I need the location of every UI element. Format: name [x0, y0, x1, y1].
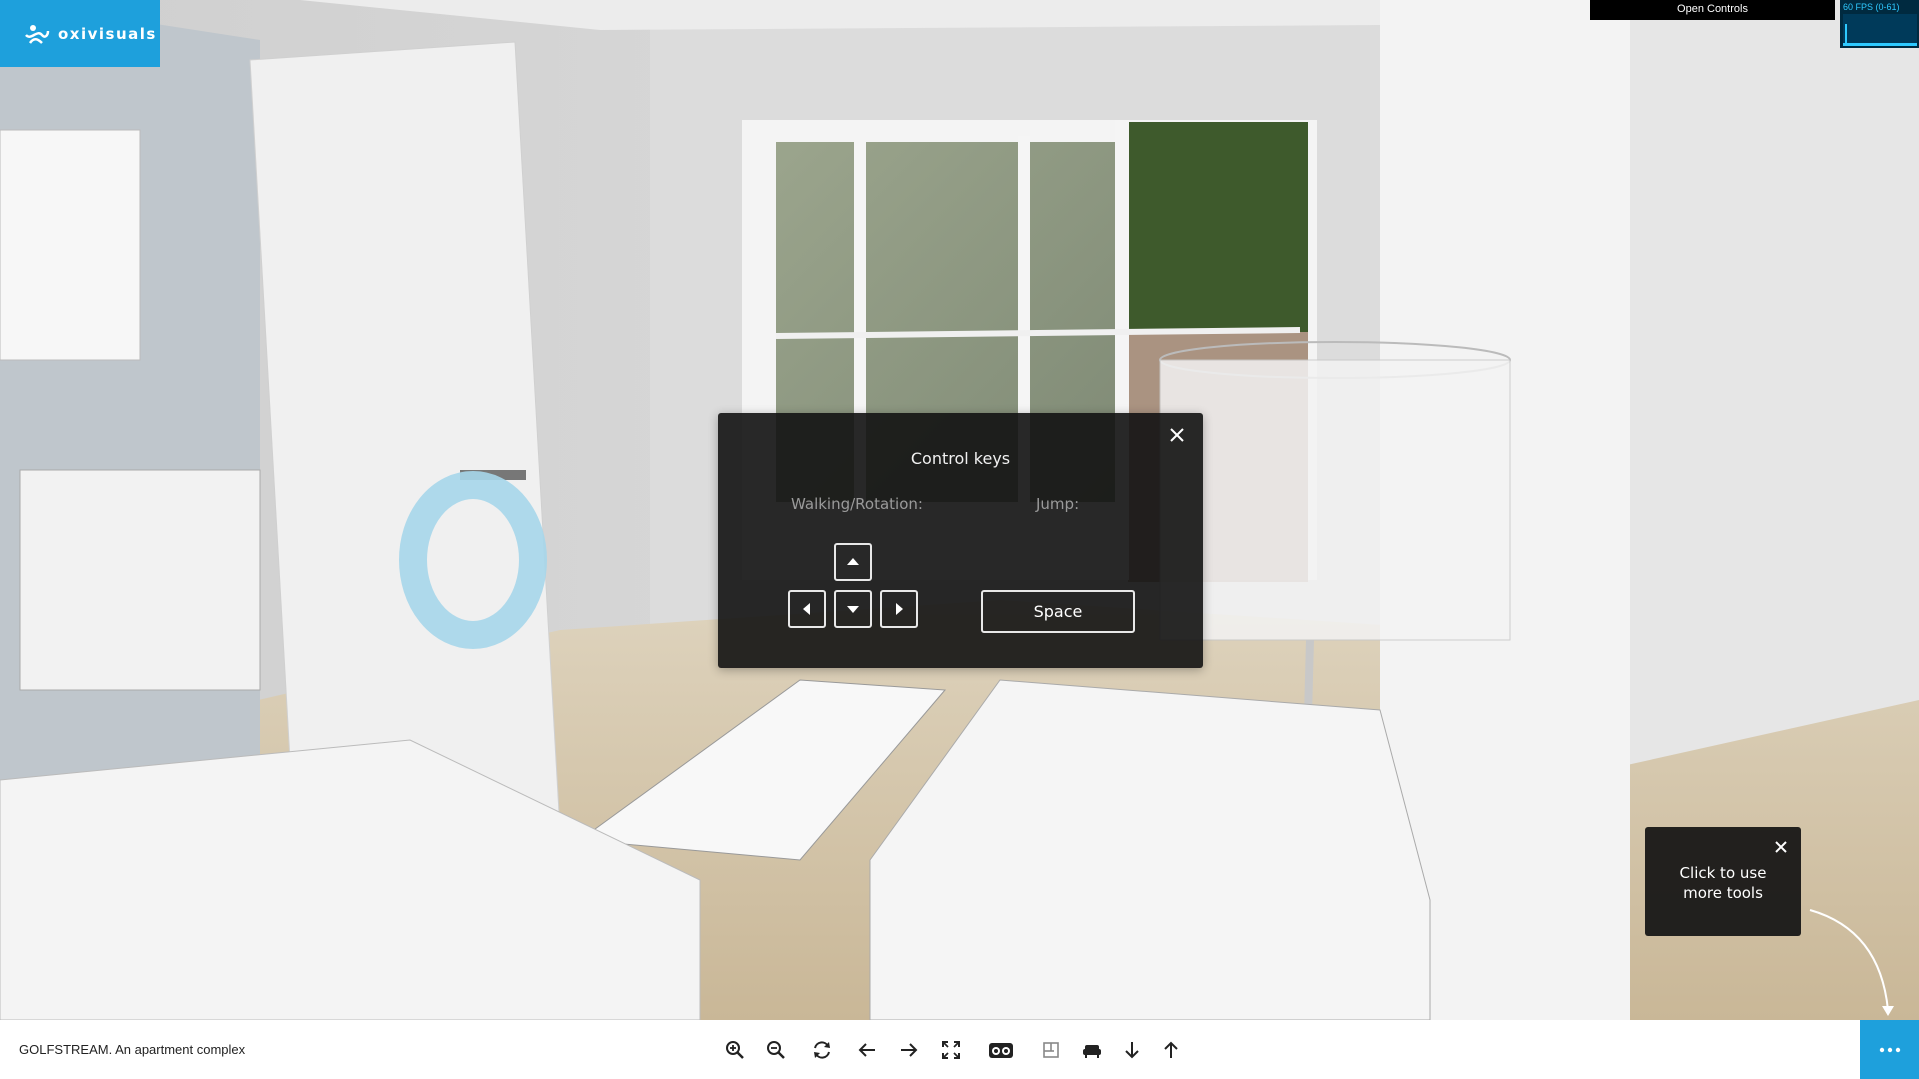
arrow-left-icon	[803, 603, 810, 615]
jump-label: Jump:	[1036, 495, 1080, 513]
arrow-left-icon	[858, 1043, 875, 1057]
zoom-in-button[interactable]	[721, 1036, 749, 1064]
more-tools-tooltip: Click to use more tools	[1645, 827, 1801, 936]
logo-text: oxivisuals	[58, 24, 157, 43]
arrow-right-icon	[896, 603, 903, 615]
move-up-button[interactable]	[1157, 1036, 1185, 1064]
bottom-toolbar: GOLFSTREAM. An apartment complex	[0, 1020, 1919, 1079]
zoom-out-button[interactable]	[762, 1036, 790, 1064]
close-icon	[1775, 841, 1787, 853]
logo-mark-icon	[25, 24, 50, 44]
arrow-up-icon	[847, 558, 859, 565]
move-down-button[interactable]	[1118, 1036, 1146, 1064]
walking-rotation-label: Walking/Rotation:	[791, 495, 923, 513]
control-keys-dialog: Control keys Walking/Rotation: Jump: Spa…	[718, 413, 1203, 668]
fullscreen-icon	[942, 1041, 960, 1059]
move-right-button[interactable]	[895, 1036, 923, 1064]
floorplan-icon	[1043, 1042, 1059, 1058]
tooltip-close-button[interactable]	[1773, 839, 1789, 855]
key-up[interactable]	[834, 543, 872, 581]
key-right[interactable]	[880, 590, 918, 628]
floorplan-button[interactable]	[1037, 1036, 1065, 1064]
tooltip-line-2: more tools	[1683, 884, 1763, 902]
key-down[interactable]	[834, 590, 872, 628]
vr-mode-button[interactable]	[986, 1036, 1016, 1064]
zoom-out-icon	[767, 1041, 785, 1059]
key-space[interactable]: Space	[981, 590, 1135, 633]
key-left[interactable]	[788, 590, 826, 628]
fullscreen-button[interactable]	[937, 1036, 965, 1064]
rotate-button[interactable]	[808, 1036, 836, 1064]
furniture-button[interactable]	[1078, 1036, 1106, 1064]
zoom-in-icon	[726, 1041, 744, 1059]
arrow-right-icon	[901, 1043, 918, 1057]
fps-graph-bar	[1843, 43, 1917, 46]
dialog-close-button[interactable]	[1167, 425, 1187, 445]
fps-text: 60 FPS (0-61)	[1843, 2, 1900, 12]
vr-glasses-icon	[989, 1043, 1013, 1058]
arrow-down-icon	[847, 606, 859, 613]
more-dots-icon	[1879, 1047, 1900, 1052]
move-left-button[interactable]	[853, 1036, 881, 1064]
arrow-down-icon	[1125, 1042, 1139, 1059]
fps-graph	[1843, 14, 1917, 46]
furniture-icon	[1083, 1045, 1101, 1058]
tooltip-line-1: Click to use	[1679, 864, 1767, 882]
dialog-title: Control keys	[910, 449, 1011, 468]
more-tools-button[interactable]	[1860, 1020, 1919, 1079]
close-icon	[1170, 428, 1184, 442]
open-controls-button[interactable]: Open Controls	[1590, 0, 1835, 20]
arrow-up-icon	[1164, 1041, 1178, 1058]
oxivisuals-logo[interactable]: oxivisuals	[0, 0, 160, 67]
rotate-icon	[814, 1041, 830, 1059]
project-title: GOLFSTREAM. An apartment complex	[19, 1042, 246, 1057]
fps-monitor[interactable]: 60 FPS (0-61)	[1840, 0, 1919, 48]
tooltip-text: Click to use more tools	[1645, 863, 1801, 903]
